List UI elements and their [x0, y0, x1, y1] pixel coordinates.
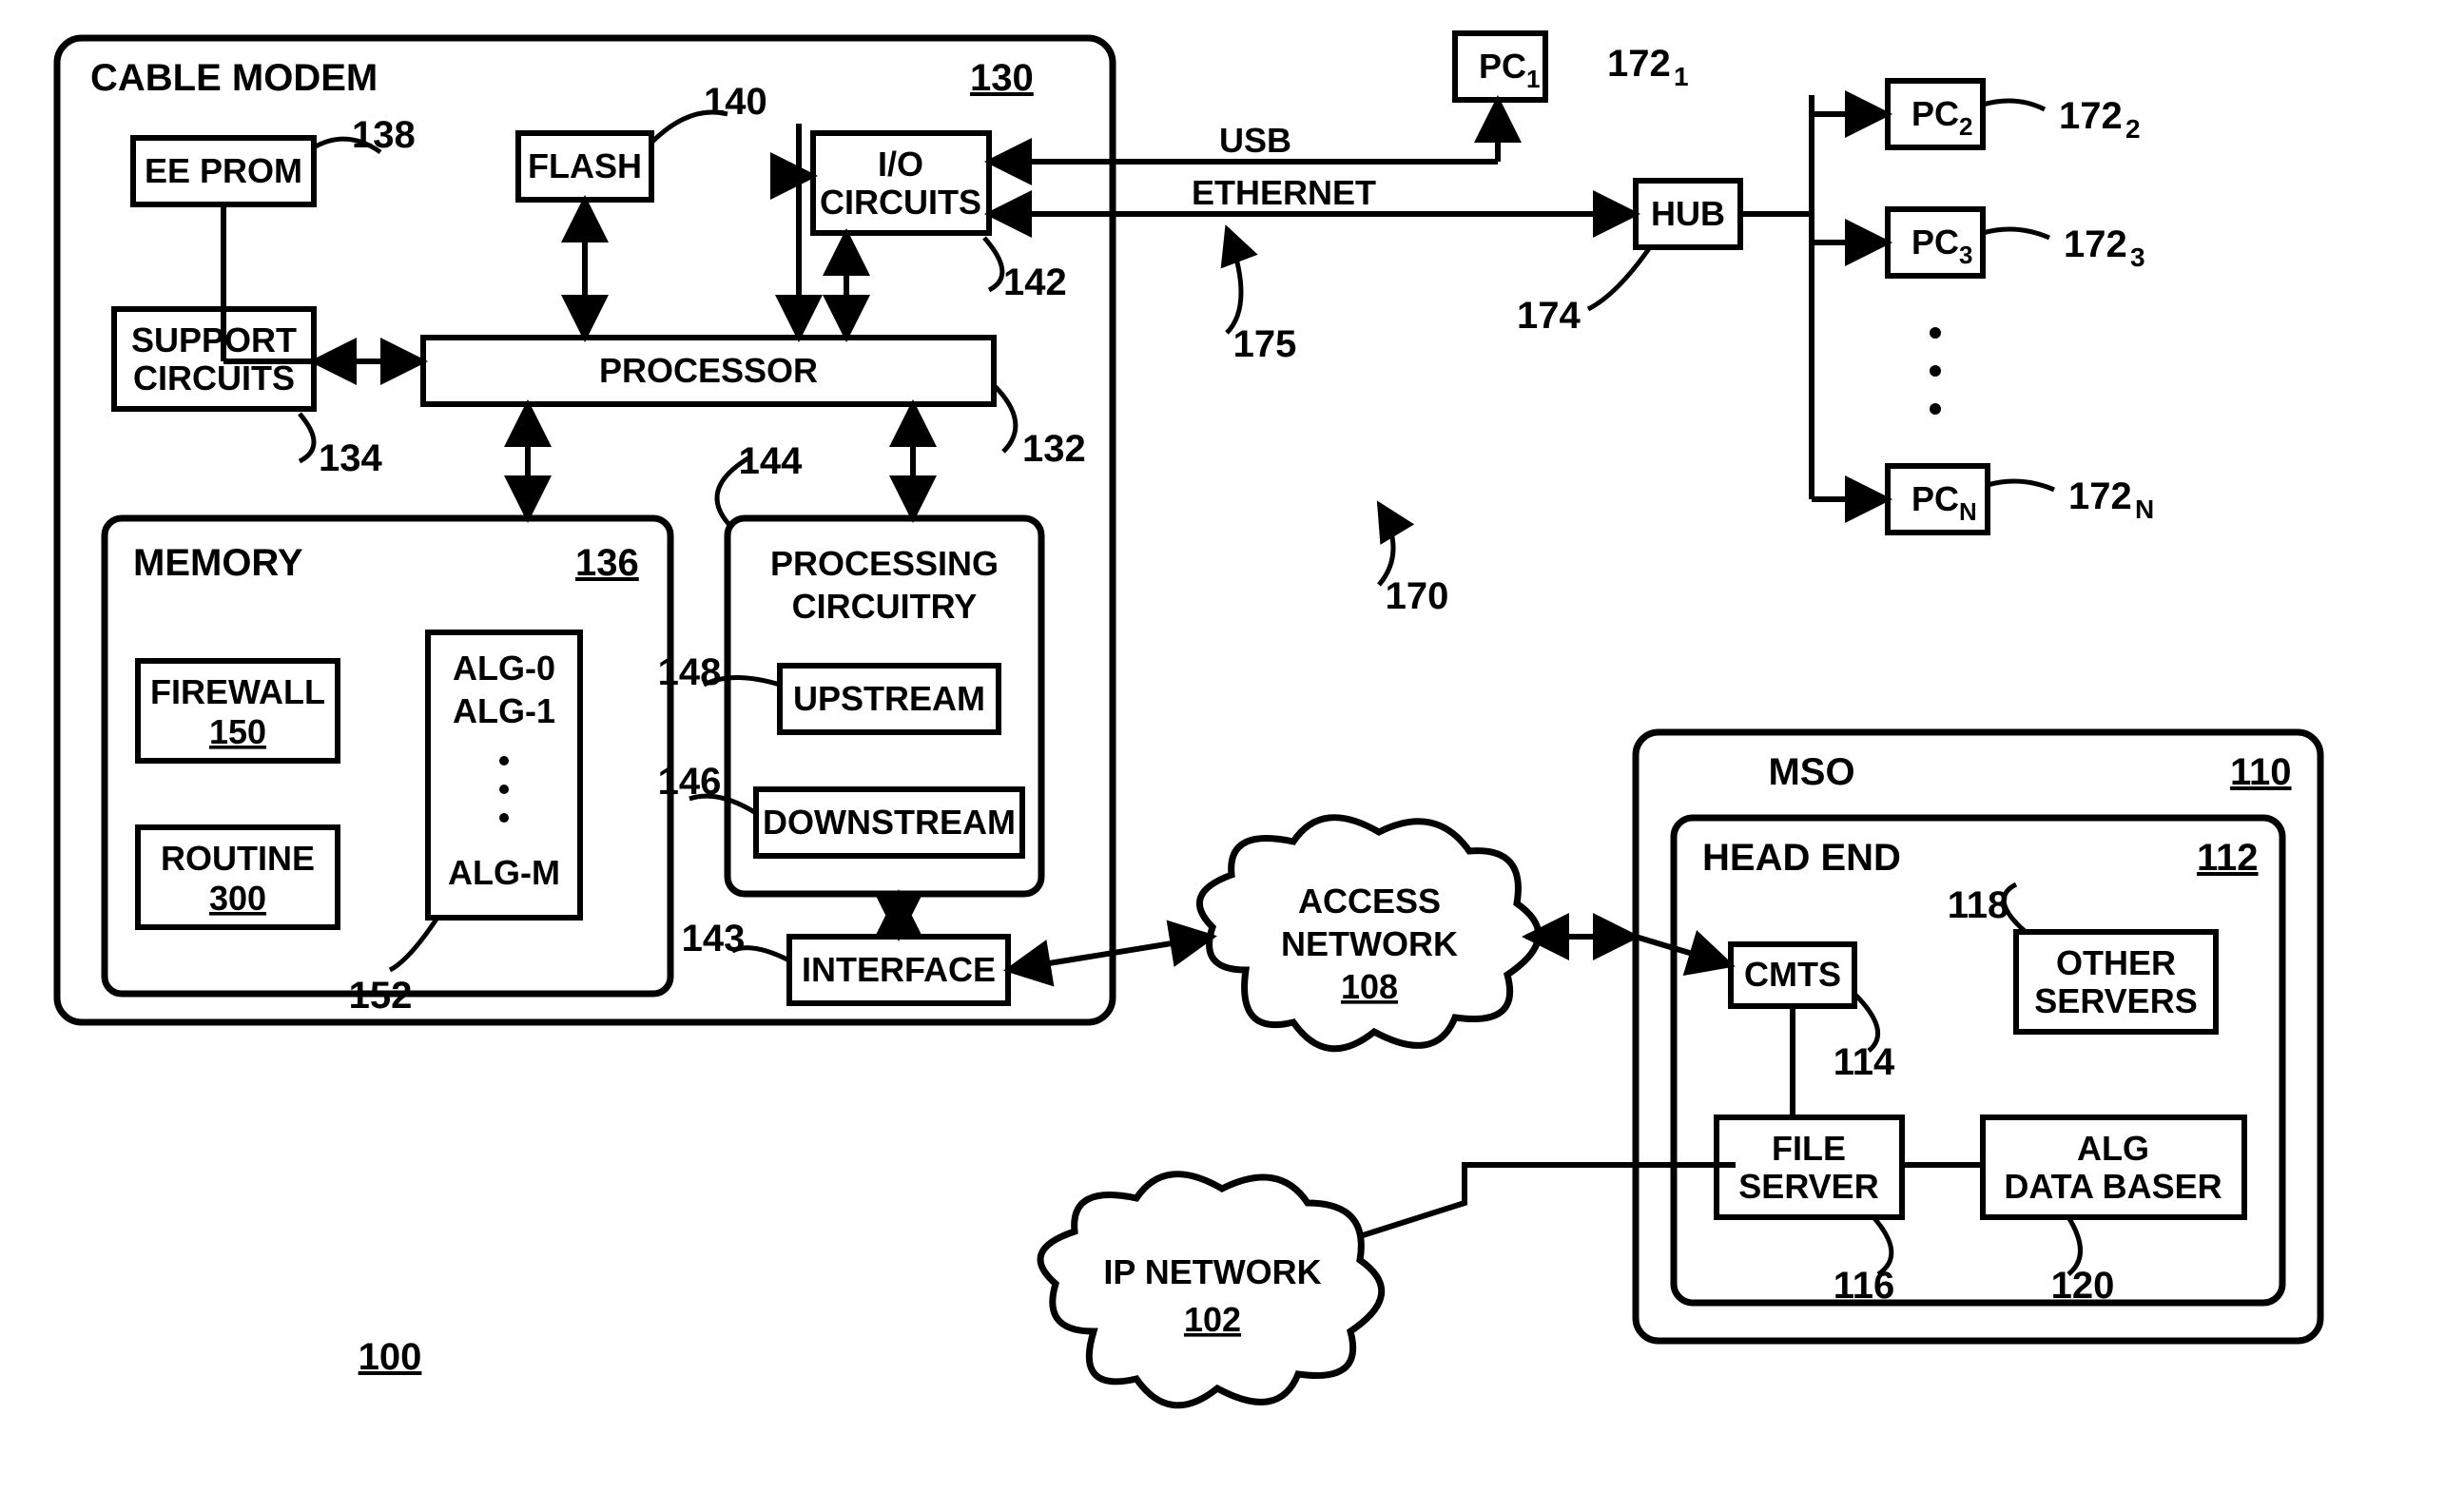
lan-ref: 175	[1233, 323, 1297, 365]
routine-label: ROUTINE	[161, 839, 315, 878]
mso-ref: 110	[2230, 751, 2292, 793]
pc3-refsub: 3	[2130, 242, 2145, 272]
firewall-label: FIREWALL	[150, 672, 325, 711]
flash-ref: 140	[704, 81, 767, 123]
processing-title-2: CIRCUITRY	[792, 587, 978, 626]
hub-box: HUB	[1636, 181, 1740, 247]
pc2-label: PC	[1911, 94, 1959, 133]
ip-network-cloud: IP NETWORK 102	[1040, 1174, 1382, 1405]
interface-box: INTERFACE	[789, 937, 1008, 1003]
pc2-refsub: 2	[2125, 114, 2141, 144]
alg-1: ALG-1	[453, 691, 555, 730]
cable-modem-title: CABLE MODEM	[90, 57, 378, 99]
interface-ref: 143	[682, 918, 746, 960]
memory-title: MEMORY	[133, 542, 303, 584]
ip-network-ref: 102	[1184, 1300, 1241, 1339]
headend-ref: 112	[2197, 837, 2259, 879]
pcN-box: PC N	[1888, 466, 1988, 533]
eeprom-box: EE PROM	[133, 138, 314, 204]
downstream-label: DOWNSTREAM	[763, 803, 1016, 842]
processing-block: PROCESSING CIRCUITRY UPSTREAM DOWNSTREAM	[728, 518, 1041, 894]
pc1-label: PC	[1479, 47, 1526, 86]
other-ref: 118	[1948, 884, 2009, 926]
algdb-l2: DATA BASER	[2004, 1167, 2222, 1206]
io-ref: 142	[1003, 262, 1067, 303]
alg-ref: 152	[349, 975, 413, 1017]
pcN-sub: N	[1959, 497, 1977, 526]
access-network-cloud: ACCESS NETWORK 108	[1199, 818, 1538, 1049]
io-box: I/O CIRCUITS	[813, 133, 989, 233]
pc1-box: PC 1	[1455, 33, 1545, 100]
mso-title: MSO	[1768, 751, 1854, 793]
eeprom-ref: 138	[352, 114, 416, 156]
access-network-l2: NETWORK	[1281, 924, 1458, 963]
hub-label: HUB	[1651, 194, 1725, 233]
flash-label: FLASH	[528, 146, 642, 185]
diagram-svg: CABLE MODEM 130 EE PROM 138 FLASH 140 I/…	[0, 0, 2445, 1512]
usb-label: USB	[1219, 121, 1291, 160]
cable-modem-ref: 130	[970, 57, 1034, 99]
hub-ref: 174	[1517, 295, 1581, 337]
io-label-line1: I/O	[878, 145, 923, 184]
pc3-box: PC 3	[1888, 209, 1983, 276]
pc1-refsub: 1	[1674, 62, 1689, 91]
processing-ref: 144	[739, 440, 803, 482]
firewall-ref: 150	[209, 712, 266, 751]
file-ref: 116	[1834, 1265, 1895, 1307]
ethernet-label: ETHERNET	[1192, 173, 1376, 212]
headend-block: HEAD END 112 CMTS 114 OTHER SERVERS 118 …	[1636, 818, 2282, 1307]
pc2-ref: 172	[2059, 95, 2123, 137]
flash-box: FLASH	[518, 133, 651, 200]
access-network-l1: ACCESS	[1298, 882, 1441, 921]
processing-title-1: PROCESSING	[770, 544, 999, 583]
pc2-sub: 2	[1959, 112, 1972, 141]
file-l1: FILE	[1772, 1129, 1846, 1168]
upstream-ref: 148	[658, 651, 722, 693]
cmts-ref: 114	[1834, 1041, 1895, 1083]
memory-ref: 136	[575, 542, 639, 584]
headend-title: HEAD END	[1702, 837, 1901, 879]
pcN-ref: 172	[2068, 475, 2132, 517]
eeprom-label: EE PROM	[145, 151, 302, 190]
downstream-ref: 146	[658, 761, 722, 803]
env-ref: 170	[1386, 575, 1449, 617]
pcN-refsub: N	[2135, 494, 2154, 524]
diagram-ref: 100	[359, 1336, 422, 1378]
pc3-ref: 172	[2064, 223, 2127, 265]
pc3-sub: 3	[1959, 241, 1972, 269]
algdb-ref: 120	[2051, 1265, 2115, 1307]
processor-label: PROCESSOR	[599, 351, 818, 390]
other-l1: OTHER	[2056, 943, 2176, 982]
other-l2: SERVERS	[2034, 981, 2197, 1020]
support-ref: 134	[319, 437, 382, 479]
interface-label: INTERFACE	[802, 950, 996, 989]
file-l2: SERVER	[1738, 1167, 1878, 1206]
pc1-sub: 1	[1526, 65, 1540, 93]
mso-block: MSO 110 HEAD END 112 CMTS 114 OTHER SERV…	[1636, 732, 2320, 1341]
io-label-line2: CIRCUITS	[820, 183, 981, 222]
cmts-label: CMTS	[1744, 955, 1841, 994]
routine-ref: 300	[209, 879, 266, 918]
processor-ref: 132	[1022, 428, 1086, 470]
pc2-box: PC 2	[1888, 81, 1983, 147]
processor-box: PROCESSOR	[423, 338, 994, 404]
pc3-label: PC	[1911, 223, 1959, 262]
support-label-line1: SUPPORT	[131, 320, 297, 359]
memory-block: MEMORY 136 FIREWALL 150 ROUTINE 300 ALG-…	[105, 518, 670, 1017]
access-network-ref: 108	[1341, 967, 1398, 1006]
pc1-ref: 172	[1607, 43, 1671, 85]
upstream-label: UPSTREAM	[793, 679, 985, 718]
pcN-label: PC	[1911, 479, 1959, 518]
alg-m: ALG-M	[448, 853, 560, 892]
alg-0: ALG-0	[453, 649, 555, 688]
ip-network-l1: IP NETWORK	[1103, 1252, 1321, 1291]
algdb-l1: ALG	[2077, 1129, 2149, 1168]
support-label-line2: CIRCUITS	[133, 359, 295, 397]
